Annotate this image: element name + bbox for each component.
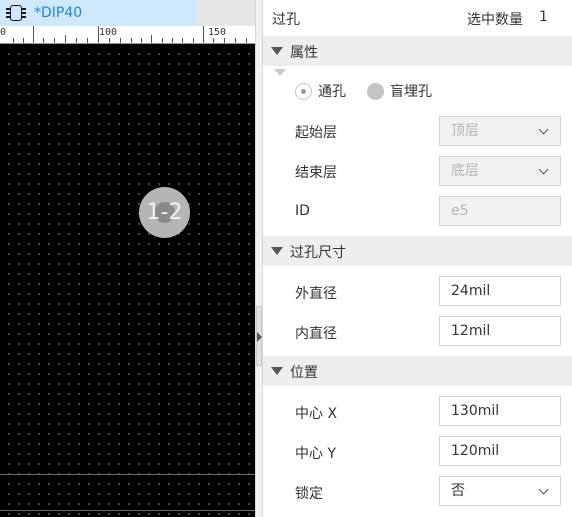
selected-count-value: 1 [539,9,548,25]
chevron-down-icon [538,124,549,135]
id-label: ID [295,203,310,219]
section-label: 过孔尺寸 [290,245,346,261]
center-y-value: 120mil [451,443,500,459]
outer-diameter-label: 外直径 [295,286,337,302]
outer-diameter-value: 24mil [451,283,491,299]
ruler-label: 0 [0,27,7,38]
end-layer-value: 底层 [451,163,479,179]
radio-blind-buried[interactable]: 盲埋孔 [367,81,432,101]
radio-label: 通孔 [318,84,346,100]
radio-unselected-icon [367,82,384,100]
lock-value: 否 [451,483,465,499]
chevron-down-icon [538,484,549,495]
end-layer-select[interactable]: 底层 [439,156,561,186]
lock-select[interactable]: 否 [439,476,561,506]
start-layer-value: 顶层 [451,123,479,139]
start-layer-label: 起始层 [295,125,337,141]
horizontal-ruler: 0 100 150 [0,26,255,44]
center-x-value: 130mil [451,403,500,419]
inner-diameter-input[interactable]: 12mil [439,316,561,346]
tab-label: *DIP40 [34,5,83,21]
properties-panel: 过孔 选中数量 1 属性 通孔 盲埋孔 起始层 顶层 结束层 底层 ID e5 … [263,0,572,517]
chevron-down-icon [538,164,549,175]
start-layer-select[interactable]: 顶层 [439,116,561,146]
grid-line [0,474,255,475]
radio-through-hole[interactable]: 通孔 [295,81,346,101]
tab-bar: *DIP40 [0,0,255,26]
collapse-arrow-icon[interactable] [257,332,262,342]
inner-diameter-value: 12mil [451,323,491,339]
canvas-grid[interactable] [0,45,255,517]
pcb-editor-window: *DIP40 0 100 150 1-2 过孔 选中数量 1 属性 通孔 盲埋孔… [0,0,572,517]
ruler-label: 150 [208,27,227,38]
selected-count-label: 选中数量 [467,12,523,28]
canvas-area: *DIP40 0 100 150 1-2 [0,0,255,517]
section-position[interactable]: 位置 [263,356,572,386]
via-net-label: 1-2 [146,200,183,225]
grid-line [0,510,255,511]
section-via-size[interactable]: 过孔尺寸 [263,236,572,266]
id-value: e5 [451,203,469,219]
center-y-label: 中心 Y [295,446,337,462]
end-layer-label: 结束层 [295,165,337,181]
chip-icon [6,4,26,22]
panel-header: 过孔 选中数量 1 [263,0,572,36]
center-y-input[interactable]: 120mil [439,436,561,466]
id-field: e5 [439,196,561,226]
center-x-label: 中心 X [295,406,338,422]
radio-label: 盲埋孔 [390,84,432,100]
outer-diameter-input[interactable]: 24mil [439,276,561,306]
sub-collapse-triangle-icon[interactable] [274,69,286,76]
radio-selected-icon [295,82,312,100]
collapse-triangle-icon [271,47,283,55]
section-label: 属性 [290,45,318,61]
collapse-triangle-icon [271,367,283,375]
section-label: 位置 [290,365,318,381]
lock-label: 锁定 [295,486,323,502]
collapse-triangle-icon [271,247,283,255]
ruler-label: 100 [99,27,118,38]
inner-diameter-label: 内直径 [295,326,337,342]
via-object[interactable]: 1-2 [139,187,190,238]
panel-title: 过孔 [272,12,300,28]
section-attributes[interactable]: 属性 [263,36,572,66]
tab-dip40[interactable]: *DIP40 [0,0,196,26]
panel-splitter[interactable] [255,0,263,517]
center-x-input[interactable]: 130mil [439,396,561,426]
